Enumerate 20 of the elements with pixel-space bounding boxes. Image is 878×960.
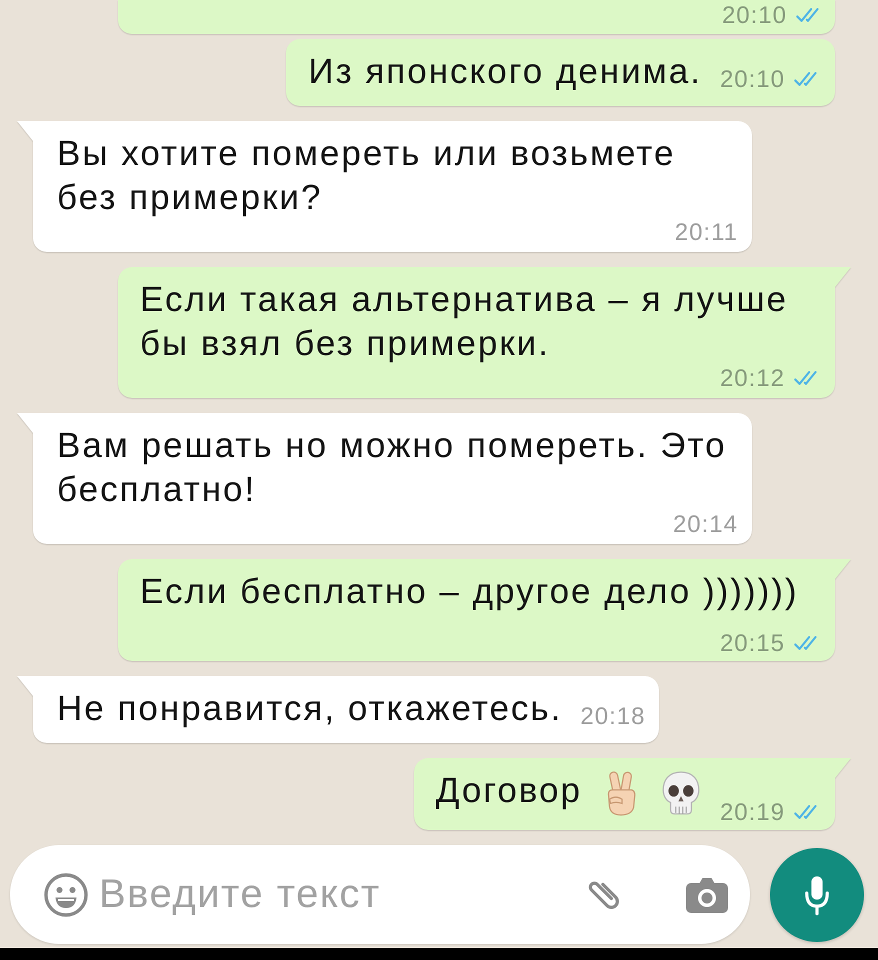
message-time: 20:12 (720, 365, 785, 392)
microphone-icon (803, 874, 831, 916)
message-text: Вы хотите помереть или возьмете без примерки? (57, 134, 676, 217)
message-time: 20:10 (720, 66, 785, 93)
message-text: Вам решать но можно помереть. Это бесплатно! (57, 426, 727, 509)
message-text: Из японского денима. (308, 52, 702, 91)
message-composer[interactable]: Введите текст (10, 845, 750, 944)
message-time: 20:14 (672, 511, 738, 538)
message-input-field[interactable]: Введите текст (99, 872, 573, 917)
message-text: Не понравится, откажетесь. (57, 689, 562, 728)
message-text: Если такая альтернатива – я лучше бы взял без примерки. (140, 280, 788, 363)
message-text: Если бесплатно – другое дело ))))))) (140, 572, 799, 611)
skull-icon (660, 770, 702, 816)
smiley-icon[interactable] (43, 872, 89, 918)
message-time: 20:11 (674, 219, 738, 246)
message-time: 20:10 (722, 2, 787, 29)
message-time: 20:19 (720, 799, 785, 826)
message-text: Договор (436, 771, 582, 810)
message-time: 20:15 (720, 630, 785, 657)
message-time: 20:18 (580, 703, 646, 730)
